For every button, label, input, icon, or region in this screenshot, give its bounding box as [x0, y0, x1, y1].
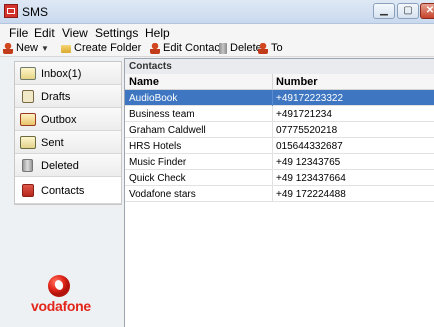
column-divider[interactable]: [272, 74, 273, 90]
menu-settings[interactable]: Settings: [95, 26, 138, 40]
contact-name-cell: Vodafone stars: [129, 189, 196, 200]
new-label: New: [16, 42, 39, 54]
title-bar: SMS ▁ ▢ ✕: [0, 0, 434, 24]
toolbar: New ▼ Create Folder Edit Contact Delete …: [0, 40, 434, 57]
contact-number-cell: 07775520218: [276, 125, 338, 136]
contacts-panel: Contacts Name Number AudioBook +491722233…: [124, 58, 434, 327]
sidebar-item-label: Deleted: [41, 160, 79, 172]
cell-divider: [272, 170, 273, 186]
window-title: SMS: [22, 5, 49, 19]
sent-icon: [20, 136, 36, 149]
column-headers: Name Number: [125, 74, 434, 90]
trash-icon: [22, 159, 33, 172]
sidebar-item-inbox[interactable]: Inbox(1): [15, 62, 121, 85]
contacts-icon: [22, 184, 34, 197]
edit-contact-icon: [150, 42, 160, 54]
sidebar-item-label: Contacts: [41, 185, 85, 197]
sidebar-item-outbox[interactable]: Outbox: [15, 108, 121, 131]
contact-name-cell: Business team: [129, 109, 195, 120]
sidebar-item-drafts[interactable]: Drafts: [15, 85, 121, 108]
edit-contact-label: Edit Contact: [163, 42, 223, 54]
edit-contact-button[interactable]: Edit Contact: [150, 42, 223, 54]
contact-name-cell: AudioBook: [129, 93, 178, 104]
recipient-icon: [258, 42, 268, 54]
to-button[interactable]: To: [258, 42, 283, 54]
inbox-icon: [20, 67, 36, 80]
new-contact-icon: [3, 42, 13, 54]
table-row[interactable]: Vodafone stars +49 172224488: [125, 186, 434, 202]
vodafone-logo-icon: [48, 275, 70, 297]
drafts-icon: [22, 90, 34, 103]
minimize-button[interactable]: ▁: [373, 3, 395, 19]
contact-name-cell: Graham Caldwell: [129, 125, 206, 136]
section-title: Contacts: [129, 61, 172, 72]
column-header-name[interactable]: Name: [129, 76, 159, 88]
contact-number-cell: +49 172224488: [276, 189, 346, 200]
chevron-down-icon[interactable]: ▼: [41, 44, 49, 53]
sidebar-item-label: Outbox: [41, 114, 77, 126]
cell-divider: [272, 154, 273, 170]
close-button[interactable]: ✕: [420, 3, 434, 19]
table-row[interactable]: AudioBook +49172223322: [125, 90, 434, 106]
contact-number-cell: +49172223322: [276, 93, 344, 104]
contact-number-cell: +491721234: [276, 109, 332, 120]
sms-app-icon: [4, 4, 18, 18]
sidebar-item-deleted[interactable]: Deleted: [15, 154, 121, 177]
menu-view[interactable]: View: [62, 26, 88, 40]
cell-divider: [272, 106, 273, 122]
sidebar-item-label: Drafts: [41, 91, 71, 103]
new-button[interactable]: New ▼: [3, 42, 53, 54]
brand-logo-text: vodafone: [31, 298, 91, 314]
trash-icon: [219, 42, 227, 54]
cell-divider: [272, 122, 273, 138]
cell-divider: [272, 90, 273, 106]
folder-list: Inbox(1) Drafts Outbox Sent Deleted Cont…: [14, 61, 122, 205]
contact-number-cell: +49 12343765: [276, 157, 341, 168]
sidebar-item-label: Inbox(1): [41, 68, 82, 80]
create-folder-button[interactable]: Create Folder: [61, 42, 141, 54]
sidebar-item-sent[interactable]: Sent: [15, 131, 121, 154]
create-folder-label: Create Folder: [74, 42, 142, 54]
table-row[interactable]: Business team +491721234: [125, 106, 434, 122]
contact-name-cell: HRS Hotels: [129, 141, 182, 152]
menu-edit[interactable]: Edit: [34, 26, 55, 40]
column-header-number[interactable]: Number: [276, 76, 318, 88]
delete-button[interactable]: Delete: [219, 42, 262, 54]
table-row[interactable]: Quick Check +49 123437664: [125, 170, 434, 186]
sidebar-item-contacts[interactable]: Contacts: [15, 177, 121, 204]
folder-icon: [61, 45, 71, 53]
maximize-button[interactable]: ▢: [397, 3, 419, 19]
outbox-icon: [20, 113, 36, 126]
section-title-bar: Contacts: [125, 59, 434, 74]
contact-name-cell: Music Finder: [129, 157, 187, 168]
menu-file[interactable]: File: [9, 26, 28, 40]
to-label: To: [271, 42, 283, 54]
table-row[interactable]: Graham Caldwell 07775520218: [125, 122, 434, 138]
menu-help[interactable]: Help: [145, 26, 170, 40]
contact-number-cell: 015644332687: [276, 141, 343, 152]
menu-bar: File Edit View Settings Help: [0, 24, 434, 40]
cell-divider: [272, 138, 273, 154]
contact-name-cell: Quick Check: [129, 173, 186, 184]
contact-number-cell: +49 123437664: [276, 173, 346, 184]
sidebar-item-label: Sent: [41, 137, 64, 149]
cell-divider: [272, 186, 273, 202]
table-row[interactable]: Music Finder +49 12343765: [125, 154, 434, 170]
table-row[interactable]: HRS Hotels 015644332687: [125, 138, 434, 154]
